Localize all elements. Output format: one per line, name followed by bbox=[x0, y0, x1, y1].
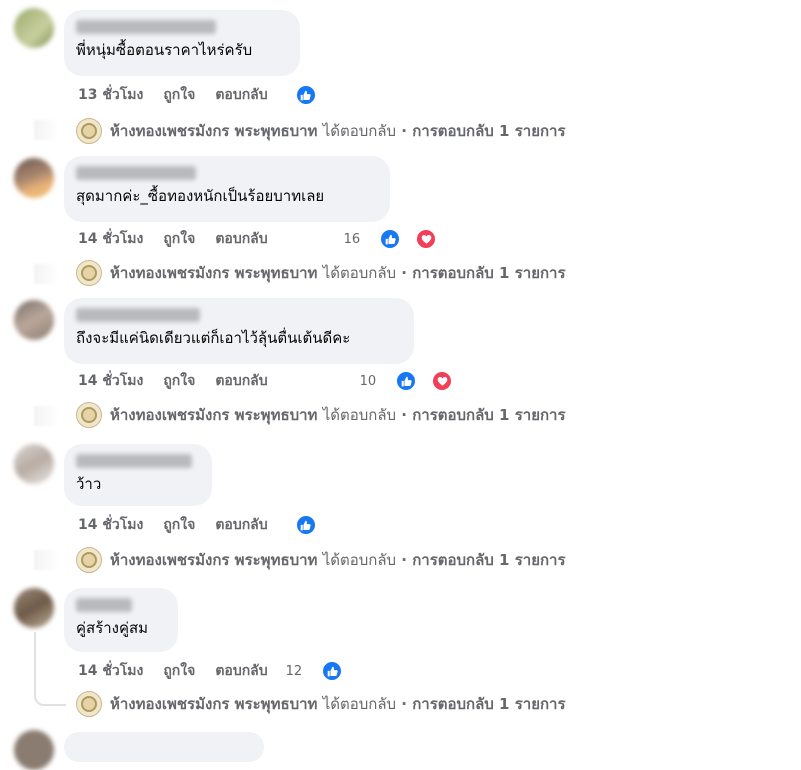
reaction-count: 12 bbox=[285, 663, 303, 679]
reply-button[interactable]: ตอบกลับ bbox=[215, 514, 267, 536]
replied-label: ได้ตอบกลับ bbox=[322, 551, 397, 569]
comment-text: ถึงจะมีแค่นิดเดียวแต่ก็เอาไว้ลุ้นตื่นเต้… bbox=[76, 329, 351, 347]
avatar[interactable] bbox=[14, 588, 54, 628]
comment-text: คู่สร้างคู่สม bbox=[76, 619, 149, 637]
thread-connector bbox=[34, 120, 60, 140]
page-logo-icon bbox=[76, 260, 102, 286]
comment-actions: 14 ชั่วโมง ถูกใจ ตอบกลับ 10 bbox=[78, 370, 472, 392]
replier-name[interactable]: ห้างทองเพชรมังกร พระพุทธบาท bbox=[110, 403, 317, 427]
like-icon bbox=[322, 661, 343, 681]
avatar[interactable] bbox=[14, 8, 54, 48]
comment-text: พี่หนุ่มซื้อตอนราคาไหร่ครับ bbox=[76, 41, 253, 59]
like-button[interactable]: ถูกใจ bbox=[163, 660, 195, 682]
reaction-count: 16 bbox=[343, 231, 361, 247]
avatar[interactable] bbox=[14, 158, 54, 198]
comment-time[interactable]: 14 ชั่วโมง bbox=[78, 660, 143, 682]
page-reply-summary[interactable]: ห้างทองเพชรมังกร พระพุทธบาท ได้ตอบกลับ ·… bbox=[76, 691, 566, 717]
reply-button[interactable]: ตอบกลับ bbox=[215, 660, 267, 682]
reply-button[interactable]: ตอบกลับ bbox=[215, 370, 267, 392]
reactions[interactable]: 12 bbox=[286, 661, 363, 681]
thread-line bbox=[34, 632, 36, 688]
replier-name[interactable]: ห้างทองเพชรมังกร พระพุทธบาท bbox=[110, 548, 317, 572]
replied-label: ได้ตอบกลับ bbox=[322, 695, 397, 713]
commenter-name[interactable] bbox=[76, 454, 192, 468]
reply-count: · การตอบกลับ 1 รายการ bbox=[401, 406, 566, 424]
reply-count: · การตอบกลับ 1 รายการ bbox=[401, 551, 566, 569]
avatar[interactable] bbox=[14, 300, 54, 340]
comment-time[interactable]: 14 ชั่วโมง bbox=[78, 228, 143, 250]
page-reply-summary[interactable]: ห้างทองเพชรมังกร พระพุทธบาท ได้ตอบกลับ ·… bbox=[76, 118, 566, 144]
thread-connector bbox=[34, 550, 60, 570]
reactions[interactable] bbox=[295, 85, 336, 105]
comment-actions: 13 ชั่วโมง ถูกใจ ตอบกลับ bbox=[78, 84, 336, 106]
comment-bubble: สุดมากค่ะ_ซื้อทองหนักเป็นร้อยบาทเลย bbox=[64, 156, 390, 222]
replied-label: ได้ตอบกลับ bbox=[322, 406, 397, 424]
thread-connector bbox=[34, 406, 60, 426]
like-icon bbox=[295, 515, 316, 535]
reactions[interactable]: 10 bbox=[360, 371, 473, 391]
comment-text: ว้าว bbox=[76, 475, 102, 493]
replier-name[interactable]: ห้างทองเพชรมังกร พระพุทธบาท bbox=[110, 692, 317, 716]
comment-bubble: คู่สร้างคู่สม bbox=[64, 588, 178, 652]
like-icon bbox=[380, 229, 401, 249]
comment-time[interactable]: 13 ชั่วโมง bbox=[78, 84, 143, 106]
commenter-name[interactable] bbox=[76, 308, 200, 322]
like-button[interactable]: ถูกใจ bbox=[163, 370, 195, 392]
like-button[interactable]: ถูกใจ bbox=[163, 514, 195, 536]
love-icon bbox=[416, 229, 437, 249]
reply-count: · การตอบกลับ 1 รายการ bbox=[401, 695, 566, 713]
page-logo-icon bbox=[76, 691, 102, 717]
page-reply-summary[interactable]: ห้างทองเพชรมังกร พระพุทธบาท ได้ตอบกลับ ·… bbox=[76, 402, 566, 428]
page-logo-icon bbox=[76, 402, 102, 428]
comment-bubble: ถึงจะมีแค่นิดเดียวแต่ก็เอาไว้ลุ้นตื่นเต้… bbox=[64, 298, 414, 364]
replied-label: ได้ตอบกลับ bbox=[322, 122, 397, 140]
comment-bubble bbox=[64, 732, 264, 762]
like-icon bbox=[396, 371, 417, 391]
reply-button[interactable]: ตอบกลับ bbox=[215, 84, 267, 106]
like-icon bbox=[295, 85, 316, 105]
comment-actions: 14 ชั่วโมง ถูกใจ ตอบกลับ bbox=[78, 514, 336, 536]
thread-connector bbox=[34, 264, 60, 284]
replier-name[interactable]: ห้างทองเพชรมังกร พระพุทธบาท bbox=[110, 261, 317, 285]
comment-time[interactable]: 14 ชั่วโมง bbox=[78, 514, 143, 536]
like-button[interactable]: ถูกใจ bbox=[163, 84, 195, 106]
avatar[interactable] bbox=[14, 730, 54, 770]
reaction-count: 10 bbox=[359, 373, 377, 389]
reply-count: · การตอบกลับ 1 รายการ bbox=[401, 264, 566, 282]
like-button[interactable]: ถูกใจ bbox=[163, 228, 195, 250]
comment-bubble: พี่หนุ่มซื้อตอนราคาไหร่ครับ bbox=[64, 10, 300, 76]
comment-actions: 14 ชั่วโมง ถูกใจ ตอบกลับ 16 bbox=[78, 228, 456, 250]
page-reply-summary[interactable]: ห้างทองเพชรมังกร พระพุทธบาท ได้ตอบกลับ ·… bbox=[76, 260, 566, 286]
reactions[interactable]: 16 bbox=[344, 229, 457, 249]
comment-text: สุดมากค่ะ_ซื้อทองหนักเป็นร้อยบาทเลย bbox=[76, 187, 325, 205]
thread-corner bbox=[34, 688, 66, 706]
reply-count: · การตอบกลับ 1 รายการ bbox=[401, 122, 566, 140]
comment-actions: 14 ชั่วโมง ถูกใจ ตอบกลับ 12 bbox=[78, 660, 362, 682]
comment-time[interactable]: 14 ชั่วโมง bbox=[78, 370, 143, 392]
avatar[interactable] bbox=[14, 444, 54, 484]
page-logo-icon bbox=[76, 118, 102, 144]
commenter-name[interactable] bbox=[76, 20, 216, 34]
page-logo-icon bbox=[76, 547, 102, 573]
commenter-name[interactable] bbox=[76, 166, 196, 180]
reply-button[interactable]: ตอบกลับ bbox=[215, 228, 267, 250]
love-icon bbox=[432, 371, 453, 391]
page-reply-summary[interactable]: ห้างทองเพชรมังกร พระพุทธบาท ได้ตอบกลับ ·… bbox=[76, 547, 566, 573]
replier-name[interactable]: ห้างทองเพชรมังกร พระพุทธบาท bbox=[110, 119, 317, 143]
comment-bubble: ว้าว bbox=[64, 444, 212, 506]
reactions[interactable] bbox=[295, 515, 336, 535]
replied-label: ได้ตอบกลับ bbox=[322, 264, 397, 282]
commenter-name[interactable] bbox=[76, 598, 132, 612]
